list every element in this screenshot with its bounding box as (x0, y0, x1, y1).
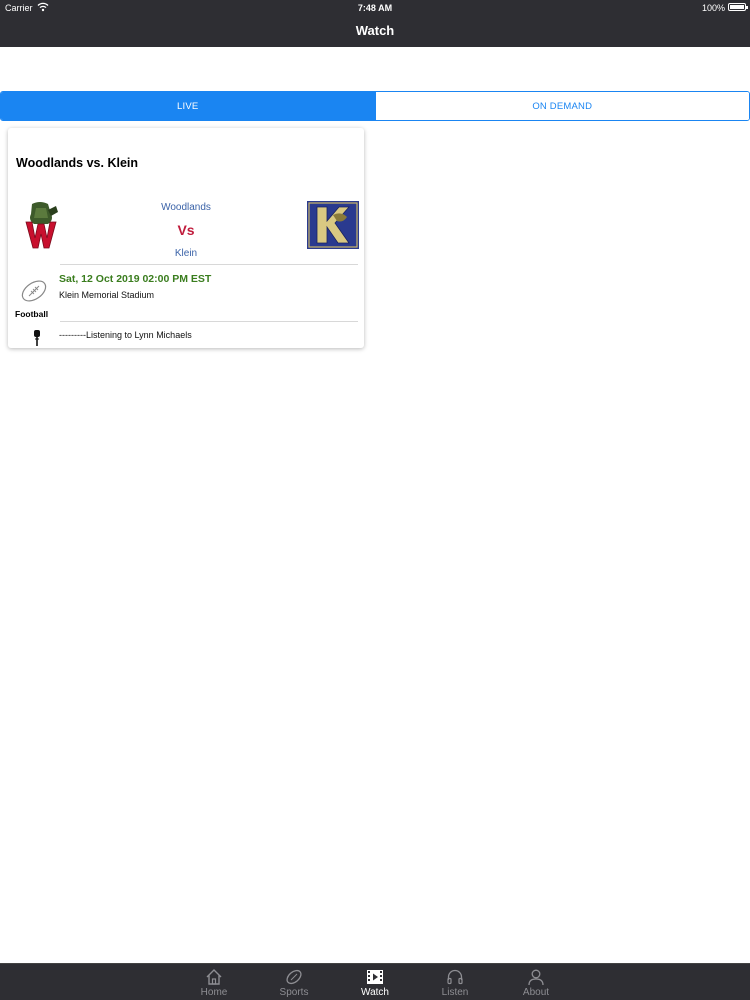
klein-k-logo-icon (307, 201, 359, 249)
live-ondemand-segment: LIVE ON DEMAND (0, 91, 750, 121)
away-team-name: Klein (174, 248, 198, 259)
announcer-label: ---------Listening to Lynn Michaels (59, 330, 192, 340)
headphones-icon (446, 968, 464, 986)
segment-live[interactable]: LIVE (1, 92, 375, 120)
game-title: Woodlands vs. Klein (16, 156, 139, 170)
tab-listen-label: Listen (441, 987, 469, 998)
tab-home-label: Home (200, 987, 228, 998)
battery-percent: 100% (701, 3, 725, 13)
watch-screen: Carrier 7:48 AM 100% Watch LIVE ON DEMAN… (0, 0, 750, 1000)
tab-sports[interactable]: Sports (264, 964, 324, 1000)
segment-on-demand[interactable]: ON DEMAND (374, 92, 749, 120)
game-card[interactable]: Woodlands vs. Klein Woodlands Vs Klein F… (8, 128, 364, 348)
tab-watch-label: Watch (361, 987, 389, 998)
tab-bar: Home Sports Watch Listen About (0, 963, 750, 1000)
card-divider (60, 264, 358, 265)
microphone-icon (32, 329, 42, 347)
tab-sports-label: Sports (279, 987, 309, 998)
page-title: Watch (355, 23, 395, 38)
card-divider (60, 321, 358, 322)
tab-about-label: About (522, 987, 550, 998)
tab-home[interactable]: Home (184, 964, 244, 1000)
game-venue: Klein Memorial Stadium (59, 290, 155, 300)
tab-listen[interactable]: Listen (425, 964, 485, 1000)
person-icon (527, 968, 545, 986)
tab-about[interactable]: About (506, 964, 566, 1000)
top-bar: Carrier 7:48 AM 100% Watch (0, 0, 750, 47)
game-datetime: Sat, 12 Oct 2019 02:00 PM EST (59, 273, 212, 285)
tab-watch[interactable]: Watch (345, 964, 405, 1000)
status-time: 7:48 AM (357, 3, 393, 13)
status-bar: Carrier 7:48 AM 100% (0, 0, 750, 16)
sport-label: Football (15, 309, 49, 319)
home-icon (205, 968, 223, 986)
video-icon (366, 968, 384, 986)
battery-icon (728, 3, 748, 11)
football-icon (285, 968, 303, 986)
football-icon (20, 277, 48, 305)
